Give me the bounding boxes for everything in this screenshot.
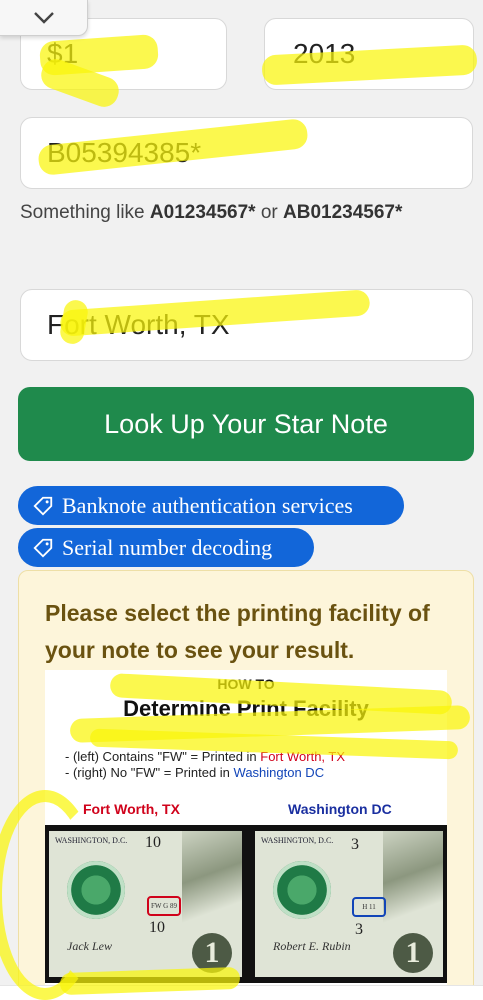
banknote-washington[interactable]: WASHINGTON, D.C. 3 H 11 3 Robert E. Rubi… <box>255 831 443 977</box>
bottom-bar <box>0 985 483 1000</box>
chevron-down-icon <box>33 11 54 24</box>
tag-icon <box>33 496 53 516</box>
lookup-star-note-button[interactable]: Look Up Your Star Note <box>18 387 474 461</box>
eagle-vignette <box>182 831 242 941</box>
link-banknote-authentication[interactable]: Banknote authentication services <box>18 486 404 525</box>
signature: Robert E. Rubin <box>273 939 351 953</box>
guide-howto: HOW TO <box>217 676 275 692</box>
label-washington: Washington DC <box>288 801 392 817</box>
city-field[interactable]: Fort Worth, TX <box>20 289 473 361</box>
link-serial-decoding[interactable]: Serial number decoding <box>18 528 314 567</box>
denomination-value: $1 <box>47 38 79 69</box>
collapse-toggle-button[interactable] <box>0 0 88 36</box>
signature: Jack Lew <box>67 939 112 953</box>
treasury-seal-icon <box>67 861 125 919</box>
series-year-value: 2013 <box>293 38 356 69</box>
one-dollar-emblem: 1 <box>192 933 232 973</box>
serial-number-value: B05394385* <box>47 137 202 168</box>
tag-icon <box>33 538 53 558</box>
banknote-comparison[interactable]: WASHINGTON, D.C. 10 FW G 89 10 Jack Lew … <box>45 825 447 983</box>
print-facility-guide-image: HOW TO Determine Print Facility - (left)… <box>45 670 447 990</box>
plate-code-dc: H 11 <box>352 897 386 917</box>
label-fort-worth: Fort Worth, TX <box>83 801 180 817</box>
eagle-vignette <box>383 831 443 941</box>
treasury-seal-icon <box>273 861 331 919</box>
guide-line-right: - (right) No "FW" = Printed in Washingto… <box>65 765 325 780</box>
one-dollar-emblem: 1 <box>393 933 433 973</box>
serial-hint: Something like A01234567* or AB01234567* <box>20 202 403 223</box>
city-value: Fort Worth, TX <box>47 309 230 340</box>
serial-number-field[interactable]: B05394385* <box>20 117 473 189</box>
guide-title: Determine Print Facility <box>123 696 369 721</box>
banknote-fort-worth[interactable]: WASHINGTON, D.C. 10 FW G 89 10 Jack Lew … <box>49 831 242 977</box>
series-year-field[interactable]: 2013 <box>264 18 474 90</box>
guide-line-left: - (left) Contains "FW" = Printed in Fort… <box>65 749 346 764</box>
result-message: Please select the printing facility of y… <box>45 600 430 663</box>
plate-code-fw: FW G 89 <box>147 896 181 916</box>
